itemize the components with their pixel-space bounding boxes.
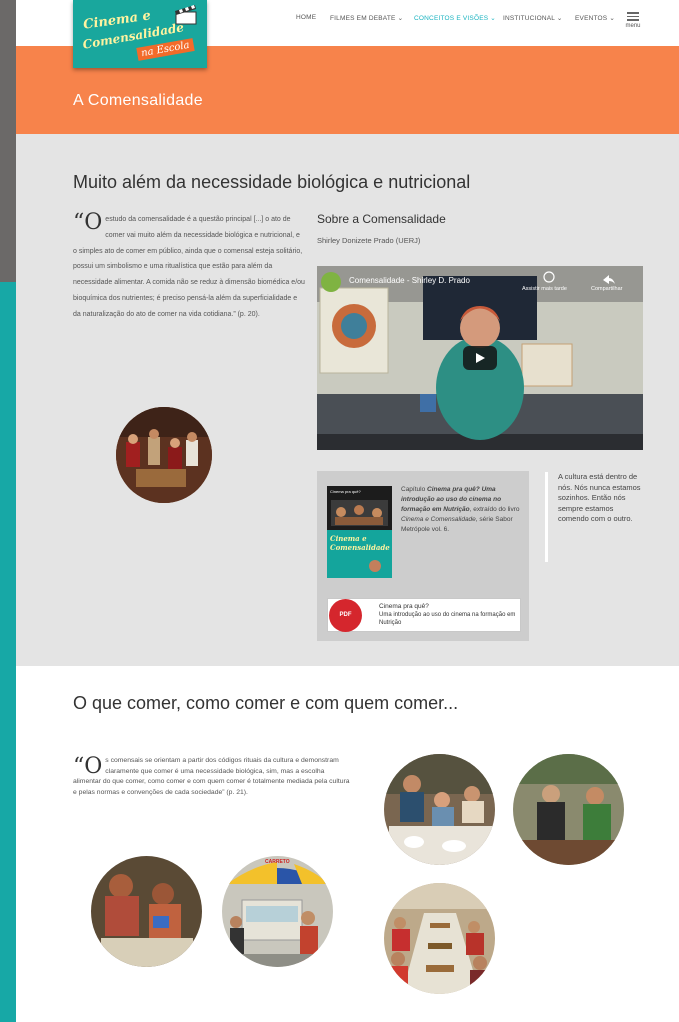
about-author: Shirley Donizete Prado (UERJ) [317, 236, 421, 245]
quote-text: estudo da comensalidade é a questão prin… [73, 216, 305, 318]
nav-home[interactable]: HOME [296, 14, 316, 24]
clapperboard-icon [175, 5, 197, 25]
book-cover[interactable]: Cinema pra quê? Cinema e Comensalidade [327, 486, 392, 578]
book-cover-title: Cinema e Comensalidade [330, 534, 390, 552]
nav-filmes-em-debate[interactable]: FILMES EM DEBATE ⌄ [330, 14, 403, 24]
video-title: Comensalidade - Shirley D. Prado [349, 276, 470, 285]
photo-family-dinner [384, 754, 495, 865]
photo-illustration [116, 407, 212, 503]
quote-text-2: s comensais se orientam a partir dos cód… [73, 757, 350, 796]
pdf-download-button[interactable]: PDF Cinema pra quê? Uma introdução ao us… [327, 598, 521, 632]
video-player[interactable]: Comensalidade - Shirley D. Prado Assisti… [317, 266, 643, 450]
nav-institucional[interactable]: INSTITUCIONAL ⌄ [503, 14, 563, 24]
pdf-subtitle: Uma introdução ao uso do cinema na forma… [379, 612, 516, 626]
quote-block: “O estudo da comensalidade é a questão p… [73, 212, 305, 323]
photo-outdoor-meal [513, 754, 624, 865]
book-title: Cinema e Comensalidade [401, 516, 476, 523]
pdf-icon: PDF [329, 599, 362, 632]
book-caption: Capítulo Cinema pra quê? Uma introdução … [401, 485, 521, 535]
section-heading: Muito além da necessidade biológica e nu… [73, 172, 471, 192]
quote-block-2: “O s comensais se orientam a partir dos … [73, 756, 353, 798]
play-button[interactable] [463, 346, 497, 370]
left-edge-bar [0, 0, 16, 282]
menu-button[interactable]: menu [624, 10, 642, 30]
photo-food-cart: CARRETO [222, 856, 333, 967]
about-title: Sobre a Comensalidade [317, 212, 446, 226]
quote-mark: “O [73, 210, 103, 235]
page: Cinema e Comensalidade na Escola HOME FI… [0, 0, 679, 1022]
pdf-title: Cinema pra quê? [379, 603, 429, 610]
photo-communal-meal [116, 407, 212, 503]
left-edge-bar-teal [0, 282, 16, 1022]
book-cover-art [327, 486, 392, 578]
nav-eventos[interactable]: EVENTOS ⌄ [575, 14, 615, 24]
photo-indigenous-children [91, 856, 202, 967]
cart-sign: CARRETO [265, 859, 290, 865]
hamburger-icon [627, 12, 639, 14]
nav-conceitos-e-visoes[interactable]: CONCEITOS E VISÕES ⌄ [414, 14, 496, 24]
page-title: A Comensalidade [73, 92, 203, 109]
watch-later-button[interactable]: Assistir mais tarde [522, 286, 567, 292]
quote-mark-2: “O [73, 754, 103, 779]
menu-label: menu [625, 22, 641, 29]
site-logo[interactable]: Cinema e Comensalidade na Escola [73, 0, 207, 68]
share-button[interactable]: Compartilhar [591, 286, 622, 292]
book-cover-top: Cinema pra quê? [330, 489, 361, 494]
section2-heading: O que comer, como comer e com quem comer… [73, 693, 459, 713]
photo-long-table-dinner [384, 883, 495, 994]
book-chapter-prefix: Capítulo [401, 486, 428, 493]
book-extract-text: , extraído do livro [469, 506, 520, 513]
side-quote: A cultura está dentro de nós. Nós nunca … [545, 472, 645, 562]
logo-line-3: na Escola [136, 38, 195, 61]
